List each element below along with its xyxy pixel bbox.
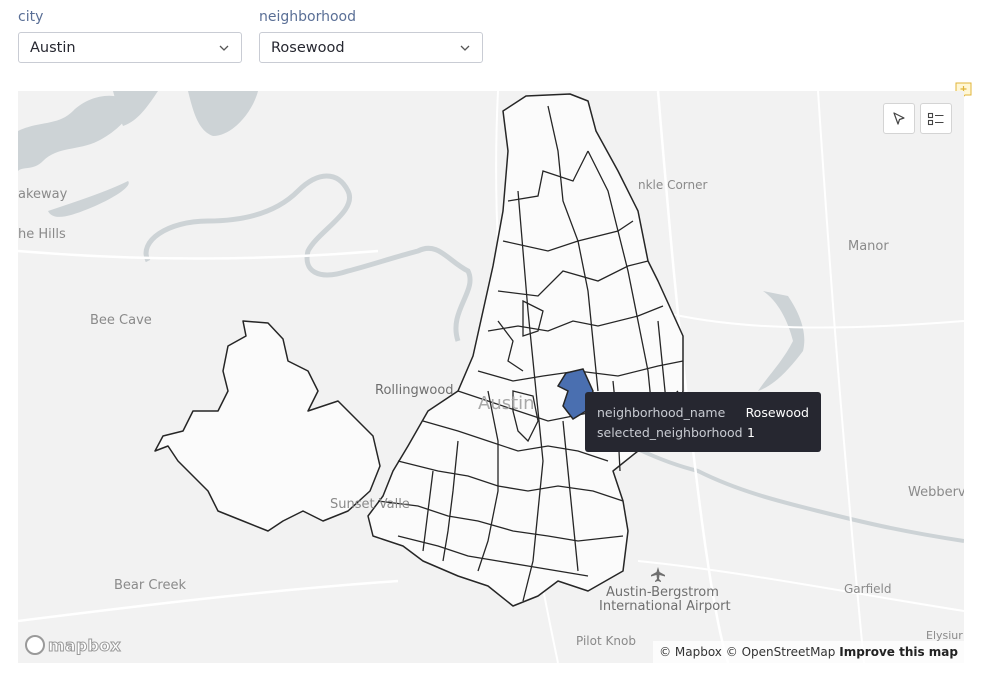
chevron-down-icon [219, 45, 229, 51]
place-label-sprinkle-corner: nkle Corner [638, 178, 708, 192]
place-label-bee-cave: Bee Cave [90, 313, 152, 328]
tooltip-value: 1 [747, 425, 755, 440]
place-label-sunset-valley: Sunset Valle [330, 497, 410, 512]
improve-map-link[interactable]: Improve this map [839, 645, 958, 659]
map-tooltip: neighborhood_name Rosewood selected_neig… [585, 392, 821, 452]
place-label-airport-line2: International Airport [599, 599, 731, 614]
tooltip-row: selected_neighborhood 1 [597, 423, 809, 443]
map-view[interactable]: akeway he Hills Bee Cave Rollingwood Aus… [18, 91, 964, 663]
attribution-mapbox-link[interactable]: © Mapbox [659, 645, 722, 659]
tooltip-value: Rosewood [745, 405, 809, 420]
chevron-down-icon [460, 45, 470, 51]
legend-button[interactable] [920, 103, 952, 134]
place-label-manor: Manor [848, 239, 889, 254]
mapbox-logo-text: mapbox [48, 635, 122, 655]
city-select[interactable]: Austin [18, 32, 242, 63]
place-label-lakeway: akeway [18, 187, 68, 202]
mapbox-logo-icon [25, 635, 45, 655]
neighborhood-filter: neighborhood Rosewood [259, 8, 483, 63]
city-select-value: Austin [30, 39, 76, 56]
mapbox-logo[interactable]: mapbox [25, 635, 121, 655]
place-label-garfield: Garfield [844, 582, 892, 596]
neighborhood-label: neighborhood [259, 9, 356, 25]
neighborhood-select[interactable]: Rosewood [259, 32, 483, 63]
place-label-rollingwood: Rollingwood [375, 383, 454, 398]
tooltip-key: selected_neighborhood [597, 425, 743, 440]
place-label-webberville: Webberv [908, 485, 964, 500]
airport-icon [651, 567, 665, 582]
list-icon [927, 112, 944, 125]
cursor-arrow-icon [893, 111, 905, 125]
place-label-pilot-knob: Pilot Knob [576, 634, 636, 648]
place-label-the-hills: he Hills [18, 227, 66, 242]
place-label-austin: Austin [478, 393, 535, 414]
city-filter: city Austin [18, 8, 242, 63]
place-label-bear-creek: Bear Creek [114, 578, 187, 593]
neighborhood-select-value: Rosewood [271, 39, 345, 56]
place-label-airport-line1: Austin-Bergstrom [606, 585, 719, 600]
select-tool-button[interactable] [883, 103, 915, 134]
tooltip-key: neighborhood_name [597, 405, 726, 420]
map-attribution: © Mapbox © OpenStreetMap Improve this ma… [653, 641, 964, 663]
attribution-osm-link[interactable]: © OpenStreetMap [726, 645, 836, 659]
city-label: city [18, 9, 44, 25]
tooltip-row: neighborhood_name Rosewood [597, 403, 809, 423]
